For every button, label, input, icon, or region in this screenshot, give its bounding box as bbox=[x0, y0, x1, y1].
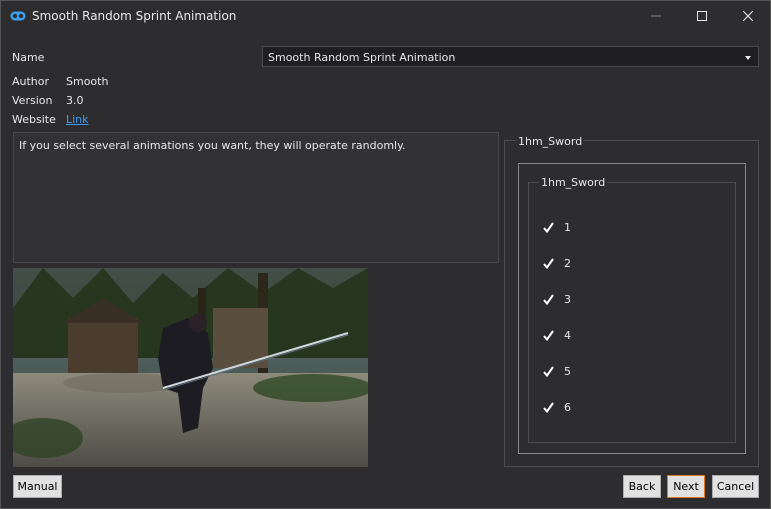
app-icon bbox=[10, 11, 26, 21]
options-subgroup-title: 1hm_Sword bbox=[539, 176, 608, 189]
close-icon bbox=[743, 11, 753, 21]
option-label: 4 bbox=[564, 328, 571, 342]
option-label: 5 bbox=[564, 364, 571, 378]
manual-button[interactable]: Manual bbox=[13, 475, 62, 498]
cancel-button[interactable]: Cancel bbox=[712, 475, 759, 498]
website-label: Website bbox=[12, 113, 56, 126]
option-label: 3 bbox=[564, 292, 571, 306]
option-checkbox-1[interactable]: 1 bbox=[542, 220, 571, 234]
checkmark-icon[interactable] bbox=[542, 257, 555, 270]
next-button[interactable]: Next bbox=[667, 475, 705, 498]
checkmark-icon[interactable] bbox=[542, 401, 555, 414]
checkmark-icon[interactable] bbox=[542, 365, 555, 378]
installer-window: Smooth Random Sprint Animation Name Smoo… bbox=[0, 0, 771, 509]
options-group-title: 1hm_Sword bbox=[516, 135, 585, 148]
checkmark-icon[interactable] bbox=[542, 329, 555, 342]
option-label: 1 bbox=[564, 220, 571, 234]
name-dropdown-value: Smooth Random Sprint Animation bbox=[268, 51, 456, 64]
back-button[interactable]: Back bbox=[623, 475, 661, 498]
minimize-icon bbox=[651, 15, 661, 17]
maximize-button[interactable] bbox=[679, 1, 725, 31]
website-link[interactable]: Link bbox=[66, 113, 89, 126]
option-checkbox-6[interactable]: 6 bbox=[542, 400, 571, 414]
chevron-down-icon bbox=[745, 56, 751, 60]
version-label: Version bbox=[12, 94, 53, 107]
title-bar: Smooth Random Sprint Animation bbox=[1, 1, 770, 31]
option-checkbox-2[interactable]: 2 bbox=[542, 256, 571, 270]
name-label: Name bbox=[12, 51, 45, 64]
window-title: Smooth Random Sprint Animation bbox=[32, 9, 237, 23]
option-label: 2 bbox=[564, 256, 571, 270]
checkmark-icon[interactable] bbox=[542, 221, 555, 234]
close-button[interactable] bbox=[725, 1, 771, 31]
option-label: 6 bbox=[564, 400, 571, 414]
minimize-button[interactable] bbox=[633, 1, 679, 31]
author-label: Author bbox=[12, 75, 50, 88]
checkmark-icon[interactable] bbox=[542, 293, 555, 306]
preview-image bbox=[13, 268, 368, 467]
description-box[interactable]: If you select several animations you wan… bbox=[13, 132, 499, 263]
maximize-icon bbox=[697, 11, 707, 21]
option-checkbox-3[interactable]: 3 bbox=[542, 292, 571, 306]
description-text: If you select several animations you wan… bbox=[19, 139, 406, 152]
option-checkbox-5[interactable]: 5 bbox=[542, 364, 571, 378]
version-value: 3.0 bbox=[66, 94, 84, 107]
option-checkbox-4[interactable]: 4 bbox=[542, 328, 571, 342]
author-value: Smooth bbox=[66, 75, 109, 88]
name-dropdown[interactable]: Smooth Random Sprint Animation bbox=[262, 46, 759, 67]
